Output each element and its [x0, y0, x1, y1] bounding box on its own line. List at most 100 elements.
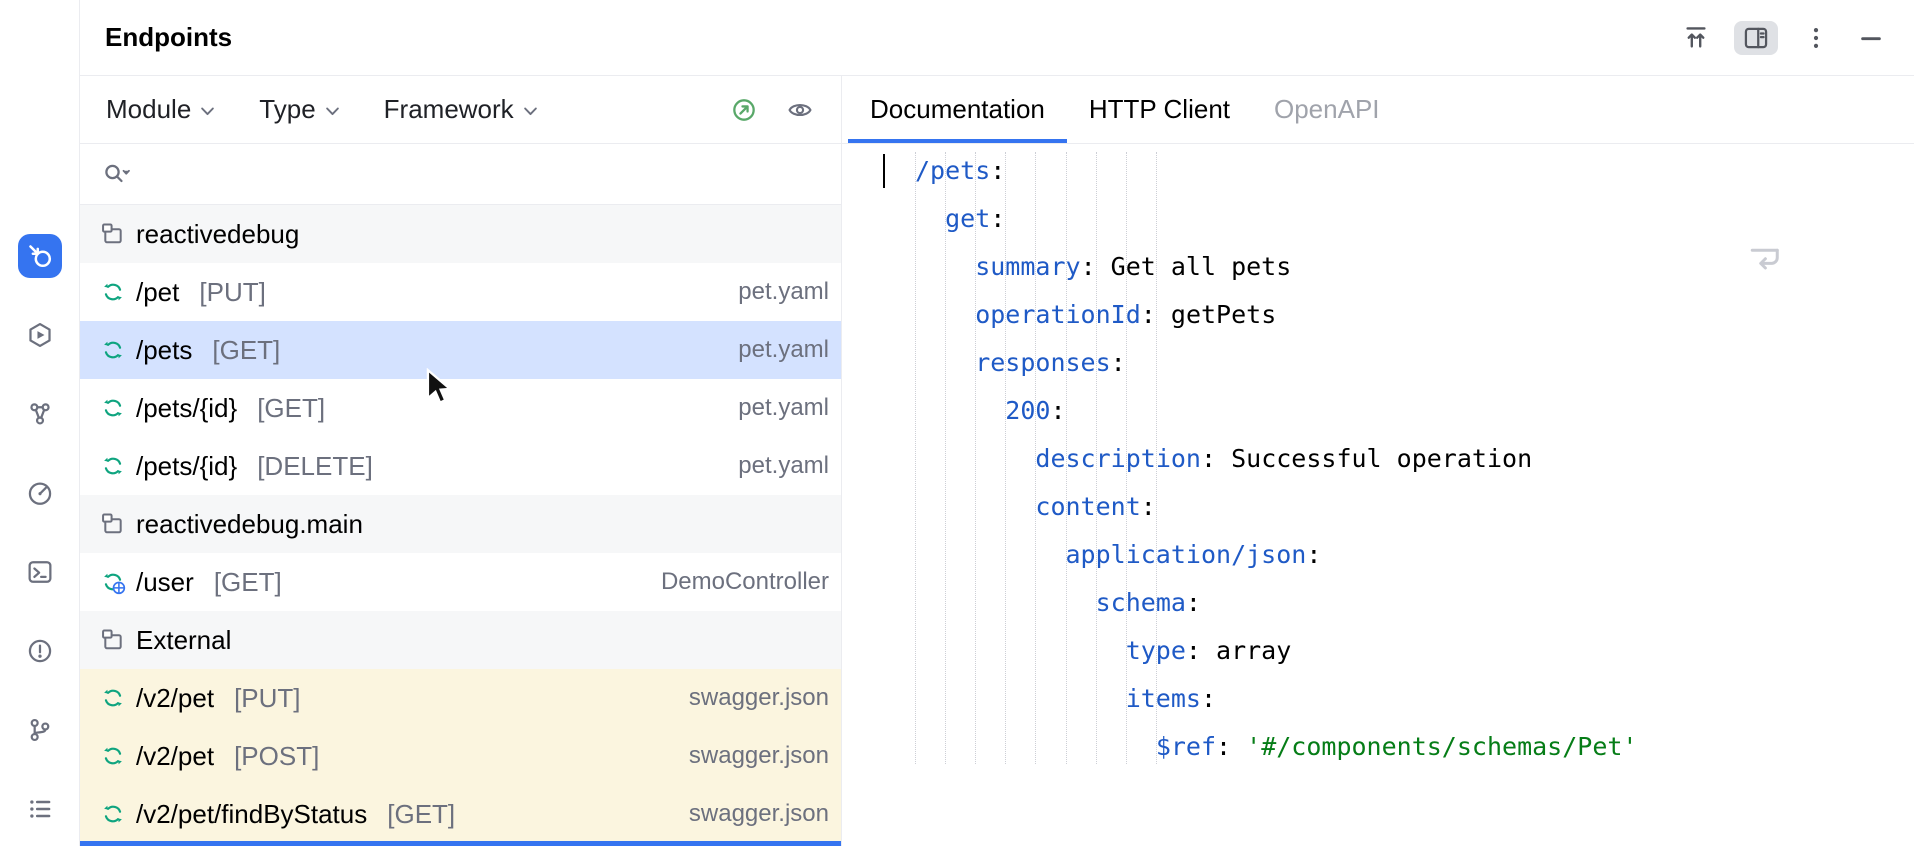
- chevron-down-icon: [325, 102, 340, 117]
- endpoint-icon: [100, 743, 126, 769]
- endpoints-icon: [26, 242, 54, 270]
- endpoint-source-file: swagger.json: [688, 684, 829, 711]
- code-line: schema:: [1095, 588, 1201, 617]
- api-status-button[interactable]: [729, 95, 759, 125]
- endpoint-row[interactable]: /v2/pet [POST] swagger.json: [80, 727, 841, 785]
- endpoint-method: [GET]: [387, 798, 456, 829]
- module-row[interactable]: reactivedebug.main: [80, 495, 841, 553]
- endpoint-method: [POST]: [234, 740, 320, 771]
- endpoints-panel: Module Type Framework reactivedebug/pet [PU…: [80, 76, 842, 846]
- endpoint-icon: [100, 337, 126, 363]
- endpoint-method: [GET]: [212, 334, 281, 365]
- endpoint-icon: [100, 685, 126, 711]
- endpoint-row[interactable]: /pet [PUT] pet.yaml: [80, 263, 841, 321]
- code-line: type: array: [1125, 636, 1292, 665]
- code-editor[interactable]: /pets: get: summary: Get all pets operation…: [842, 144, 1914, 846]
- endpoint-path: /user: [136, 566, 194, 597]
- soft-wrap-icon: [1746, 239, 1786, 279]
- module-name: reactivedebug.main: [136, 508, 363, 539]
- endpoint-icon: [100, 279, 126, 305]
- search-icon: [102, 161, 132, 187]
- code-line: items:: [1125, 684, 1217, 713]
- hide-tool-window-button[interactable]: [1854, 21, 1888, 55]
- filter-bar: Module Type Framework: [80, 76, 841, 144]
- scroll-top-icon: [1682, 24, 1710, 52]
- endpoints-tool-button[interactable]: [17, 234, 62, 278]
- endpoint-method: [PUT]: [234, 682, 301, 713]
- code-line: operationId: getPets: [975, 300, 1277, 329]
- endpoint-path: /v2/pet/findByStatus: [136, 798, 368, 829]
- endpoint-source-file: pet.yaml: [738, 452, 829, 479]
- services-tool-button[interactable]: [18, 313, 62, 357]
- page-title: Endpoints: [105, 22, 233, 52]
- code-line: summary: Get all pets: [975, 252, 1292, 281]
- panel-toggle-icon: [1742, 24, 1770, 52]
- endpoint-icon: [100, 453, 126, 479]
- filter-type[interactable]: Type: [259, 94, 339, 125]
- code-line: get:: [945, 204, 1006, 233]
- filter-label: Framework: [383, 94, 514, 124]
- more-tools-icon: [26, 795, 54, 823]
- endpoint-method: [GET]: [257, 392, 326, 423]
- version-control-tool-button[interactable]: [18, 708, 62, 752]
- endpoint-row[interactable]: /pets/{id} [GET] pet.yaml: [80, 379, 841, 437]
- code-line: responses:: [975, 348, 1126, 377]
- endpoint-method: [PUT]: [199, 276, 266, 307]
- endpoint-list: reactivedebug/pet [PUT] pet.yaml/pets [GET]…: [80, 205, 841, 846]
- profiler-icon: [26, 479, 54, 507]
- tab-label: Documentation: [870, 93, 1045, 124]
- filter-module[interactable]: Module: [106, 94, 215, 125]
- endpoint-path: /v2/pet: [136, 740, 215, 771]
- details-tabs: Documentation HTTP Client OpenAPI: [842, 76, 1914, 144]
- dependencies-icon: [26, 400, 54, 428]
- details-view-toggle-button[interactable]: [1734, 20, 1778, 55]
- filter-framework[interactable]: Framework: [384, 94, 538, 125]
- endpoint-row[interactable]: /user [GET] DemoController: [80, 553, 841, 611]
- module-name: External: [136, 624, 232, 655]
- endpoint-row[interactable]: /v2/pet/findByStatus [GET] swagger.json: [80, 785, 841, 843]
- endpoint-row[interactable]: /pets [GET] pet.yaml: [80, 321, 841, 379]
- tab-openapi[interactable]: OpenAPI: [1252, 76, 1402, 143]
- content: Module Type Framework reactivedebug/pet [PU…: [80, 76, 1914, 846]
- partially-visible-row: [80, 841, 841, 846]
- endpoint-source-file: DemoController: [660, 568, 829, 595]
- eye-icon: [786, 96, 814, 124]
- problems-tool-button[interactable]: [18, 629, 62, 673]
- scroll-to-top-button[interactable]: [1679, 21, 1713, 55]
- endpoint-path: /pet: [136, 276, 180, 307]
- tab-http-client[interactable]: HTTP Client: [1067, 76, 1252, 143]
- search-field[interactable]: [80, 144, 841, 205]
- terminal-icon: [26, 558, 54, 586]
- endpoint-path: /pets/{id}: [136, 392, 238, 423]
- view-options-button[interactable]: [785, 95, 815, 125]
- endpoint-source-file: pet.yaml: [738, 278, 829, 305]
- more-options-button[interactable]: [1799, 21, 1833, 55]
- code-line: $ref: '#/components/schemas/Pet': [1155, 732, 1638, 761]
- endpoint-row[interactable]: /v2/pet [PUT] swagger.json: [80, 669, 841, 727]
- module-icon: [100, 511, 126, 537]
- git-icon: [26, 716, 54, 744]
- more-tool-windows-tool-button[interactable]: [18, 787, 62, 831]
- endpoint-globe-icon: [100, 569, 126, 595]
- module-row[interactable]: reactivedebug: [80, 205, 841, 263]
- endpoint-path: /pets/{id}: [136, 450, 238, 481]
- mouse-cursor: [426, 368, 453, 405]
- main-area: Endpoints Module Type Framework reactivede…: [80, 0, 1914, 846]
- minimize-icon: [1857, 24, 1885, 52]
- filter-bar-actions: [729, 95, 815, 125]
- module-row[interactable]: External: [80, 611, 841, 669]
- module-icon: [100, 627, 126, 653]
- dependencies-tool-button[interactable]: [18, 392, 62, 436]
- endpoint-path: /v2/pet: [136, 682, 215, 713]
- terminal-tool-button[interactable]: [18, 550, 62, 594]
- tab-documentation[interactable]: Documentation: [848, 76, 1067, 143]
- details-panel: Documentation HTTP Client OpenAPI /pets: ge…: [842, 76, 1914, 846]
- endpoint-method: [GET]: [213, 566, 282, 597]
- profiler-tool-button[interactable]: [18, 471, 62, 515]
- endpoint-icon: [100, 801, 126, 827]
- endpoint-row[interactable]: /pets/{id} [DELETE] pet.yaml: [80, 437, 841, 495]
- code-line: description: Successful operation: [1035, 444, 1533, 473]
- services-icon: [26, 321, 54, 349]
- endpoint-icon: [100, 395, 126, 421]
- code-line: content:: [1035, 492, 1156, 521]
